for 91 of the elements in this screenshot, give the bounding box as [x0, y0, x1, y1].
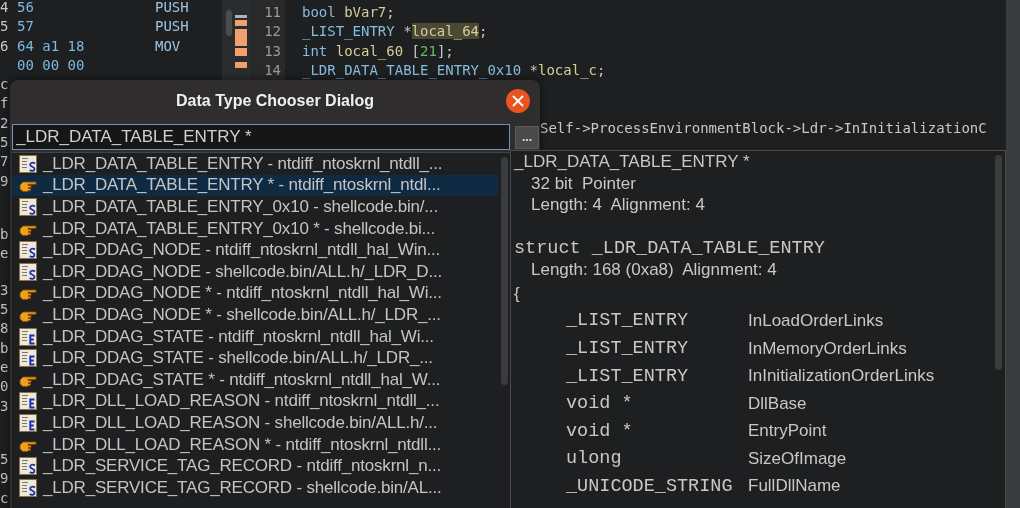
list-item[interactable]: _LDR_SERVICE_TAG_RECORD - shellcode.bin/AL...	[12, 476, 498, 499]
address-text: 7	[0, 153, 9, 170]
type-summary: 32 bit Pointer	[530, 172, 637, 195]
list-item[interactable]: _LDR_DDAG_STATE - ntdiff_ntoskrnl_ntdll_hal_Wi...	[12, 325, 498, 348]
address-text: 8	[0, 320, 9, 337]
address-text: c	[0, 76, 9, 93]
document-icon	[19, 392, 37, 411]
list-item[interactable]: _LDR_DATA_TABLE_ENTRY * - ntdiff_ntoskrnl_ntdl...	[12, 174, 498, 197]
code-line: _LDR_DATA_TABLE_ENTRY_0x10 *local_c;	[302, 61, 606, 78]
list-item[interactable]: _LDR_DDAG_NODE * - ntdiff_ntoskrnl_ntdll_hal_Wi...	[12, 282, 498, 305]
struct-summary: Length: 168 (0xa8) Alignment: 4	[530, 259, 778, 282]
address-text: 2	[0, 114, 9, 131]
list-item[interactable]: _LDR_DATA_TABLE_ENTRY_0x10 - shellcode.bin/...	[12, 196, 498, 218]
document-icon	[19, 457, 37, 476]
struct-header: struct _LDR_DATA_TABLE_ENTRY	[514, 237, 826, 260]
field-type: void *	[566, 420, 634, 442]
list-item[interactable]: _LDR_DLL_LOAD_REASON * - ntdiff_ntoskrnl_ntdll...	[12, 433, 498, 456]
address-text: 5	[0, 18, 9, 35]
list-item[interactable]: _LDR_SERVICE_TAG_RECORD - ntdiff_ntoskrnl_n...	[12, 455, 498, 477]
address-text: 3	[0, 397, 9, 414]
line-number: 14	[264, 61, 281, 78]
search-field[interactable]: _LDR_DATA_TABLE_ENTRY *	[12, 124, 510, 150]
scrollbar-thumb[interactable]	[995, 155, 1002, 370]
type-title: _LDR_DATA_TABLE_ENTRY *	[514, 151, 751, 173]
line-number: 11	[264, 4, 281, 20]
list-item[interactable]: _LDR_DDAG_NODE - shellcode.bin/ALL.h/_LDR_D...	[12, 260, 498, 283]
field-name: InMemoryOrderLinks	[748, 338, 907, 359]
address-text: 5	[0, 134, 9, 151]
document-icon	[19, 327, 37, 346]
document-icon	[19, 349, 37, 368]
address-text: e	[0, 245, 9, 262]
address-text: 5	[0, 301, 9, 318]
field-name: InLoadOrderLinks	[748, 310, 884, 331]
browse-button[interactable]: ...	[515, 125, 539, 149]
list-item[interactable]: _LDR_DDAG_NODE * - shellcode.bin/ALL.h/_LDR_...	[12, 304, 498, 326]
code-line: _LIST_ENTRY *local_64;	[302, 23, 488, 40]
address-text: 4	[0, 0, 9, 15]
bytes-text: 56	[17, 0, 34, 15]
scrollbar[interactable]	[1006, 0, 1020, 508]
mnemonic-text: MOV	[155, 36, 181, 56]
address-text: b	[0, 226, 9, 243]
list-item[interactable]: _LDR_DDAG_STATE - shellcode.bin/ALL.h/_LDR_...	[12, 347, 498, 369]
bytes-text: 57	[17, 18, 34, 35]
close-button[interactable]	[506, 89, 530, 113]
type-summary: Length: 4 Alignment: 4	[530, 194, 706, 217]
field-type: _UNICODE_STRING	[566, 476, 734, 497]
document-icon	[19, 241, 37, 260]
line-number: 13	[264, 42, 281, 59]
field-name: InInitializationOrderLinks	[748, 366, 935, 387]
list-item[interactable]: _LDR_DDAG_NODE - ntdiff_ntoskrnl_ntdll_hal_Win...	[12, 239, 498, 261]
address-text: 9	[0, 470, 9, 487]
code-line: Self->ProcessEnvironmentBlock->Ldr->InInitializationC	[540, 119, 987, 136]
address-text: f	[0, 95, 9, 112]
code-line: bool bVar7;	[302, 4, 395, 20]
field-type: _LIST_ENTRY	[566, 338, 690, 359]
bytes-text: 64 a1 18	[17, 37, 85, 54]
address-text: 9	[0, 172, 9, 189]
address-text: e	[0, 359, 9, 376]
field-name: FullDllName	[748, 476, 841, 497]
field-type: _LIST_ENTRY	[566, 365, 690, 387]
address-text: c	[0, 489, 9, 506]
scrollbar-thumb[interactable]	[501, 157, 508, 385]
code-line: int local_60 [21];	[302, 42, 454, 59]
list-item[interactable]: _LDR_DDAG_STATE * - ntdiff_ntoskrnl_ntdll_hal_W...	[12, 368, 498, 391]
address-text: 3	[0, 281, 9, 298]
document-icon	[19, 262, 37, 281]
document-icon	[19, 154, 37, 173]
list-item[interactable]: _LDR_DLL_LOAD_REASON - shellcode.bin/ALL.h/...	[12, 412, 498, 434]
field-name: DllBase	[748, 393, 807, 414]
bytes-text: 00 00 00	[17, 56, 85, 73]
field-name: SizeOfImage	[748, 448, 847, 469]
address-text: 6	[0, 37, 9, 54]
document-icon	[19, 198, 37, 216]
address-text: b	[0, 339, 9, 356]
brace-text: {	[514, 283, 521, 306]
field-type: void *	[566, 393, 634, 415]
list-item[interactable]: _LDR_DLL_LOAD_REASON - ntdiff_ntoskrnl_ntdll_...	[12, 390, 498, 413]
mnemonic-text: PUSH	[155, 17, 189, 37]
list-item[interactable]: _LDR_DATA_TABLE_ENTRY_0x10 * - shellcode.bi...	[12, 217, 498, 240]
field-type: _LIST_ENTRY	[566, 310, 690, 332]
field-type: ulong	[566, 448, 623, 470]
dialog-title: Data Type Chooser Dialog	[176, 92, 374, 110]
field-name: EntryPoint	[748, 421, 827, 442]
list-item[interactable]: _LDR_DATA_TABLE_ENTRY - ntdiff_ntoskrnl_ntdll_...	[12, 153, 498, 175]
close-icon	[512, 95, 524, 107]
address-text: 0	[0, 378, 9, 395]
line-number: 12	[264, 23, 281, 40]
address-text: 5	[0, 451, 9, 468]
document-icon	[19, 478, 37, 497]
mnemonic-text: PUSH	[155, 0, 189, 17]
document-icon	[19, 413, 37, 432]
